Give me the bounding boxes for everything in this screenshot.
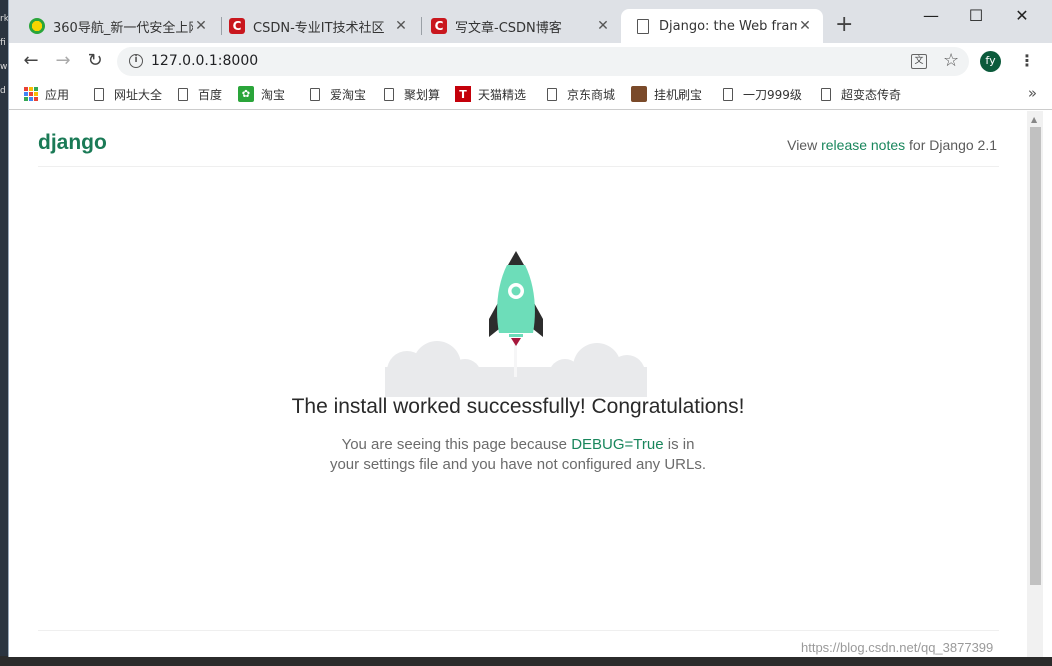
close-window-button[interactable]: ✕ — [1010, 6, 1034, 26]
bookmark-item[interactable]: 爱淘宝 — [307, 85, 366, 103]
desktop-edge-text: w — [0, 62, 8, 72]
bookmark-label: 应用 — [45, 87, 70, 102]
bookmark-item[interactable]: 一刀999级 — [720, 85, 802, 103]
footer-divider — [38, 630, 999, 631]
csdn-icon: C — [229, 18, 245, 34]
bookmark-item[interactable]: 超变态传奇 — [818, 85, 901, 103]
rocket-nose — [508, 251, 524, 265]
bookmark-label: 超变态传奇 — [841, 87, 902, 102]
tab-django[interactable]: Django: the Web framew ✕ — [621, 9, 823, 43]
translate-icon[interactable]: 文 — [911, 54, 927, 69]
watermark-text: https://blog.csdn.net/qq_3877399 — [801, 640, 994, 655]
reload-button[interactable]: ↻ — [84, 51, 106, 73]
forward-button[interactable]: → — [52, 51, 74, 73]
scroll-up-arrow-icon[interactable]: ▲ — [1031, 115, 1037, 124]
tab-csdn[interactable]: C CSDN-专业IT技术社区 ✕ — [215, 9, 419, 43]
bookmark-label: 淘宝 — [261, 87, 286, 102]
desktop-edge-text: rk — [0, 14, 8, 24]
profile-avatar[interactable]: fy — [980, 51, 1001, 72]
tab-title: 360导航_新一代安全上网 — [53, 20, 193, 36]
taskbar-edge — [0, 656, 1052, 666]
taobao-icon: ✿ — [238, 86, 254, 102]
bookmark-item[interactable]: 挂机刷宝 — [631, 85, 702, 103]
debug-setting-link[interactable]: DEBUG=True — [571, 436, 663, 453]
django-header: django View release notes for Django 2.1 — [38, 131, 999, 167]
page-icon — [91, 86, 107, 102]
desktop-edge-text: d — [0, 86, 6, 96]
vertical-scrollbar[interactable]: ▲ — [1027, 111, 1043, 657]
page-icon — [175, 86, 191, 102]
bookmark-label: 京东商城 — [567, 87, 616, 102]
url-text[interactable]: 127.0.0.1:8000 — [151, 53, 258, 69]
rocket-illustration — [385, 251, 647, 397]
bookmarks-bar: 应用 网址大全 百度 ✿ 淘宝 爱淘宝 聚划算 T 天猫精选 京东商城 挂机刷宝… — [9, 79, 1052, 110]
bookmark-label: 聚划算 — [404, 87, 441, 102]
tab-csdn-blog[interactable]: C 写文章-CSDN博客 ✕ — [417, 9, 621, 43]
django-logo[interactable]: django — [38, 131, 107, 155]
bookmark-item[interactable]: T 天猫精选 — [455, 85, 526, 103]
tab-title: Django: the Web framew — [659, 18, 797, 34]
rocket-nozzle — [509, 334, 523, 337]
close-tab-icon[interactable]: ✕ — [595, 18, 611, 34]
360-icon — [29, 18, 45, 34]
debug-text-before: You are seeing this page because — [341, 436, 572, 453]
bookmark-apps[interactable]: 应用 — [24, 85, 69, 103]
bookmarks-overflow-icon[interactable]: » — [1028, 84, 1037, 102]
scrollbar-thumb[interactable] — [1030, 127, 1041, 585]
csdn-icon: C — [431, 18, 447, 34]
star-icon[interactable]: ☆ — [943, 50, 959, 71]
apps-icon — [24, 87, 38, 101]
desktop-edge-text: fi — [0, 38, 6, 48]
address-bar[interactable]: i 127.0.0.1:8000 文 ☆ — [117, 47, 969, 76]
notes-prefix: View — [787, 137, 822, 153]
minimize-button[interactable]: — — [919, 6, 943, 26]
bookmark-label: 百度 — [198, 87, 223, 102]
page-icon — [635, 18, 651, 34]
avatar-icon — [631, 86, 647, 102]
close-tab-icon[interactable]: ✕ — [193, 18, 209, 34]
bookmark-label: 爱淘宝 — [330, 87, 367, 102]
tmall-icon: T — [455, 86, 471, 102]
desktop-edge: rk fi w d — [0, 0, 8, 666]
toolbar: ← → ↻ i 127.0.0.1:8000 文 ☆ fy ⋮ — [9, 43, 1052, 79]
page-icon — [381, 86, 397, 102]
release-notes-text: View release notes for Django 2.1 — [787, 137, 997, 153]
tab-strip: 360导航_新一代安全上网 ✕ C CSDN-专业IT技术社区 ✕ C 写文章-… — [9, 0, 1052, 43]
bookmark-item[interactable]: ✿ 淘宝 — [238, 85, 285, 103]
bookmark-label: 一刀999级 — [743, 87, 802, 102]
notes-suffix: for Django 2.1 — [905, 137, 997, 153]
page-icon — [307, 86, 323, 102]
success-headline: The install worked successfully! Congrat… — [291, 395, 745, 418]
close-tab-icon[interactable]: ✕ — [393, 18, 409, 34]
bookmark-label: 天猫精选 — [478, 87, 527, 102]
page-icon — [720, 86, 736, 102]
tab-title: 写文章-CSDN博客 — [455, 20, 562, 36]
browser-window: 360导航_新一代安全上网 ✕ C CSDN-专业IT技术社区 ✕ C 写文章-… — [8, 0, 1052, 657]
bookmark-label: 挂机刷宝 — [654, 87, 703, 102]
back-button[interactable]: ← — [20, 51, 42, 73]
bookmark-item[interactable]: 聚划算 — [381, 85, 440, 103]
exhaust-trail — [514, 343, 517, 377]
new-tab-button[interactable]: + — [835, 14, 853, 36]
debug-explanation: You are seeing this page because DEBUG=T… — [327, 435, 709, 475]
page-icon — [544, 86, 560, 102]
tab-title: CSDN-专业IT技术社区 — [253, 20, 385, 36]
release-notes-link[interactable]: release notes — [821, 137, 905, 153]
page-icon — [818, 86, 834, 102]
rocket-flame — [511, 338, 521, 346]
bookmark-item[interactable]: 京东商城 — [544, 85, 615, 103]
close-tab-icon[interactable]: ✕ — [797, 18, 813, 34]
bookmark-item[interactable]: 网址大全 — [91, 85, 162, 103]
page-content: django View release notes for Django 2.1 — [9, 111, 1027, 657]
tab-360[interactable]: 360导航_新一代安全上网 ✕ — [15, 9, 219, 43]
bookmark-item[interactable]: 百度 — [175, 85, 222, 103]
maximize-button[interactable]: ☐ — [964, 6, 988, 26]
info-icon[interactable]: i — [129, 54, 143, 68]
bookmark-label: 网址大全 — [114, 87, 163, 102]
menu-icon[interactable]: ⋮ — [1019, 51, 1035, 70]
